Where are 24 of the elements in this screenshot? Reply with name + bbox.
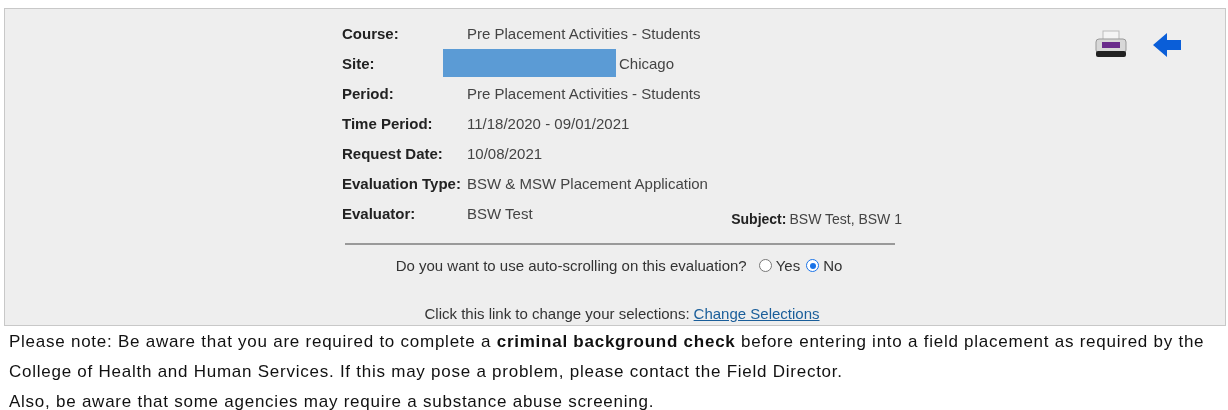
field-value: Chicago bbox=[619, 54, 675, 72]
radio-option[interactable]: Yes bbox=[758, 257, 801, 274]
question-text: Do you want to use auto-scrolling on this evaluation? bbox=[395, 257, 747, 274]
field-label: Evaluator: bbox=[342, 204, 417, 222]
field-label: Time Period: bbox=[342, 114, 434, 132]
back-arrow-icon[interactable] bbox=[1151, 31, 1183, 59]
field-label: Period: bbox=[342, 84, 395, 102]
field-value: 10/08/2021 bbox=[467, 144, 543, 162]
field-value: BSW & MSW Placement Application bbox=[467, 174, 708, 192]
field-label: Course: bbox=[342, 24, 400, 42]
subject-value: BSW Test, BSW 1 bbox=[789, 210, 902, 227]
field-value: 11/18/2020 - 09/01/2021 bbox=[467, 114, 630, 132]
change-selections-link[interactable]: Change Selections bbox=[693, 305, 820, 322]
field-label: Request Date: bbox=[342, 144, 444, 162]
subject-label: Subject: bbox=[731, 210, 787, 227]
note-paragraph: Please note: Be aware that you are required to complete a criminal background check before entering into a field placement as required by the College of Health and Human Services. If this may pose a problem, please contact the Field Director. bbox=[9, 331, 1206, 383]
radio-option[interactable]: No bbox=[806, 257, 843, 274]
field-value: Pre Placement Activities - Students bbox=[467, 24, 701, 42]
instruction-text: Click this link to change your selections: bbox=[424, 305, 690, 322]
field-value: BSW Test bbox=[467, 204, 533, 222]
note-paragraph: Also, be aware that some agencies may require a substance abuse screening. bbox=[9, 391, 656, 410]
field-label: Evaluation Type: bbox=[342, 174, 462, 192]
field-value: Pre Placement Activities - Students bbox=[467, 84, 701, 102]
field-label: Site: bbox=[342, 54, 376, 72]
